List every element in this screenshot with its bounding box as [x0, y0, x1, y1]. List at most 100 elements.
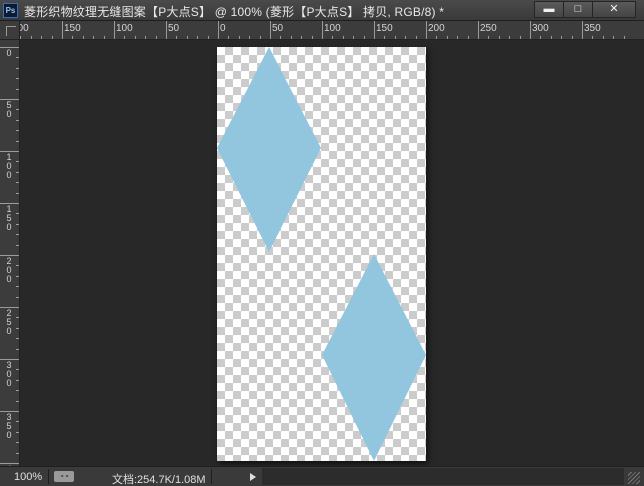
ruler-tick — [436, 36, 437, 39]
ruler-tick — [16, 328, 19, 329]
ruler-tick — [20, 36, 21, 39]
ruler-tick — [395, 36, 396, 39]
ruler-label: 100 — [324, 23, 341, 34]
ruler-tick — [16, 161, 19, 162]
ruler-tick — [208, 36, 209, 39]
ruler-tick — [16, 120, 19, 121]
ruler-tick — [31, 36, 32, 39]
ruler-tick — [426, 21, 427, 39]
ruler-tick — [509, 36, 510, 39]
ruler-tick — [104, 36, 105, 39]
ruler-tick — [16, 369, 19, 370]
vertical-ruler[interactable]: 05010015020025030035040 — [0, 40, 20, 466]
ruler-tick — [166, 21, 167, 39]
ruler-tick — [572, 36, 573, 39]
ruler-label: 300 — [6, 360, 12, 388]
ruler-tick — [16, 432, 19, 433]
ruler-tick — [582, 21, 583, 39]
ruler-tick — [16, 141, 19, 142]
status-bar: 100% ◔◔ 文档:254.7K/1.08M — [0, 466, 644, 486]
ruler-tick — [218, 21, 219, 39]
ruler-tick — [239, 36, 240, 39]
ruler-tick — [312, 36, 313, 39]
ruler-tick — [280, 36, 281, 39]
ruler-tick — [447, 36, 448, 39]
ruler-tick — [16, 390, 19, 391]
ruler-tick — [322, 21, 323, 39]
photoshop-app-icon[interactable]: Ps — [3, 3, 18, 18]
ruler-tick — [124, 36, 125, 39]
ruler-tick — [613, 36, 614, 39]
ruler-label: 200 — [428, 23, 445, 34]
ruler-tick — [16, 286, 19, 287]
ruler-tick — [16, 172, 19, 173]
ruler-tick — [176, 36, 177, 39]
ruler-label: 350 — [584, 23, 601, 34]
ruler-tick — [16, 297, 19, 298]
ruler-tick — [41, 36, 42, 39]
ruler-tick — [16, 57, 19, 58]
maximize-button[interactable]: □ — [563, 1, 593, 18]
ruler-tick — [114, 21, 115, 39]
ruler-tick — [145, 36, 146, 39]
ruler-origin-corner[interactable] — [0, 21, 20, 40]
ruler-tick — [16, 182, 19, 183]
ruler-tick — [83, 36, 84, 39]
document-info: 文档:254.7K/1.08M — [112, 474, 206, 486]
ruler-tick — [16, 421, 19, 422]
horizontal-scrollbar[interactable] — [262, 468, 624, 485]
ruler-tick — [16, 349, 19, 350]
ruler-tick — [187, 36, 188, 39]
ruler-label: 50 — [272, 23, 284, 34]
ruler-tick — [52, 36, 53, 39]
ruler-label: 250 — [480, 23, 497, 34]
ruler-tick — [530, 21, 531, 39]
ruler-tick — [343, 36, 344, 39]
ruler-label: 100 — [6, 152, 12, 180]
document-title: 菱形织物纹理无缝图案【P大点S】 @ 100% (菱形【P大点S】 拷贝, RG… — [24, 5, 445, 19]
ruler-tick — [72, 36, 73, 39]
ruler-tick — [16, 380, 19, 381]
ruler-tick — [135, 36, 136, 39]
ruler-label: 350 — [6, 412, 12, 440]
horizontal-ruler[interactable]: 200 150 100 50 0 50 100 150 200 250 300 350 — [20, 21, 644, 40]
ruler-tick — [561, 36, 562, 39]
ruler-tick — [16, 338, 19, 339]
ruler-tick — [540, 36, 541, 39]
minimize-button[interactable]: ▬ — [534, 1, 564, 18]
ruler-tick — [93, 36, 94, 39]
ruler-tick — [405, 36, 406, 39]
ruler-tick — [457, 36, 458, 39]
ruler-label: 150 — [64, 23, 81, 34]
ruler-tick — [603, 36, 604, 39]
ruler-tick — [16, 89, 19, 90]
ruler-tick — [228, 36, 229, 39]
ruler-label: 0 — [220, 23, 226, 34]
ruler-tick — [16, 130, 19, 131]
ruler-label: 150 — [6, 204, 12, 232]
close-button[interactable]: ✕ — [592, 1, 636, 18]
document-canvas[interactable] — [217, 47, 426, 461]
status-menu-arrow-icon[interactable] — [250, 473, 256, 481]
ruler-tick — [16, 401, 19, 402]
title-bar[interactable]: Ps 菱形织物纹理无缝图案【P大点S】 @ 100% (菱形【P大点S】 拷贝,… — [0, 0, 644, 21]
resize-grip-icon[interactable] — [628, 472, 640, 484]
close-icon: ✕ — [609, 3, 619, 15]
ruler-label: 250 — [6, 308, 12, 336]
ruler-tick — [291, 36, 292, 39]
ruler-tick — [16, 453, 19, 454]
ruler-tick — [364, 36, 365, 39]
ruler-tick — [416, 36, 417, 39]
diamond-shape-bottom[interactable] — [322, 254, 426, 461]
diamond-shape-top[interactable] — [217, 47, 321, 252]
minimize-icon: ▬ — [543, 3, 555, 15]
ruler-tick — [624, 36, 625, 39]
divider — [48, 469, 49, 484]
status-view-icon[interactable]: ◔◔ — [54, 471, 74, 482]
ruler-tick — [16, 276, 19, 277]
ruler-tick — [16, 317, 19, 318]
ruler-tick — [62, 21, 63, 39]
canvas-workspace[interactable] — [21, 40, 644, 466]
zoom-level[interactable]: 100% — [14, 471, 42, 483]
ruler-tick — [478, 21, 479, 39]
